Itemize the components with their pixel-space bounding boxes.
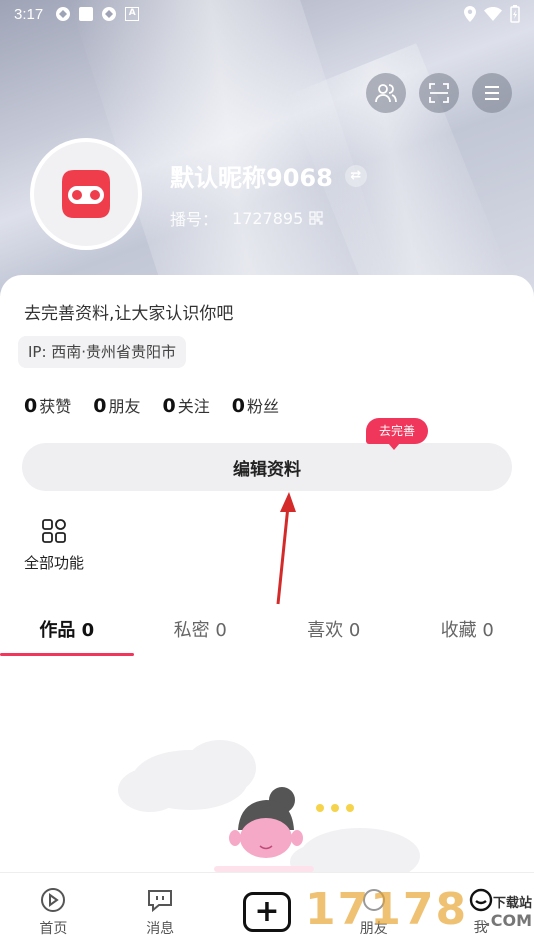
nav-home-label: 首页: [39, 920, 68, 937]
menu-button[interactable]: [472, 73, 512, 113]
scan-icon: [429, 83, 449, 103]
stat-fans[interactable]: 0 粉丝: [232, 393, 279, 417]
avatar[interactable]: [30, 138, 142, 250]
stat-following-value: 0: [162, 395, 176, 417]
edit-profile-label: 编辑资料: [233, 459, 301, 480]
swap-icon: ⇄: [350, 168, 362, 183]
menu-icon: [485, 86, 499, 100]
site-watermark-side: 下载站 .COM: [485, 892, 532, 930]
stat-fans-value: 0: [231, 395, 245, 417]
home-play-icon: [41, 887, 66, 912]
content-tabs: 作品 0 私密 0 喜欢 0 收藏 0: [0, 610, 534, 656]
nickname-row: 默认昵称9068 ⇄: [170, 158, 367, 193]
ip-location-tag: IP: 西南·贵州省贵阳市: [18, 336, 187, 368]
tab-private[interactable]: 私密 0: [134, 610, 268, 656]
nav-home[interactable]: 首页: [0, 873, 107, 950]
site-watermark: 17178: [305, 884, 469, 935]
user-id-value[interactable]: 1727895: [232, 209, 303, 228]
stat-friends-label: 朋友: [108, 397, 141, 416]
nickname[interactable]: 默认昵称9068: [170, 158, 333, 193]
stat-likes[interactable]: 0 获赞: [24, 393, 71, 417]
scan-button[interactable]: [419, 73, 459, 113]
stat-following[interactable]: 0 关注: [163, 393, 210, 417]
tab-works[interactable]: 作品 0: [0, 610, 134, 656]
watermark-domain: .COM: [484, 911, 532, 930]
tab-favorites[interactable]: 收藏 0: [401, 610, 534, 656]
mascot-avatar-icon: [62, 170, 110, 218]
header-actions: [366, 73, 512, 113]
stat-following-label: 关注: [177, 397, 210, 416]
user-id-row: 播号： 1727895: [170, 206, 323, 230]
notification-square-icon: [79, 7, 94, 21]
battery-icon: [510, 5, 520, 23]
grid-apps-icon: [42, 519, 66, 543]
all-functions-label: 全部功能: [23, 554, 84, 572]
friends-button[interactable]: [366, 73, 406, 113]
bio-prompt[interactable]: 去完善资料,让大家认识你吧: [24, 299, 233, 324]
stat-friends[interactable]: 0 朋友: [93, 393, 140, 417]
stat-friends-value: 0: [93, 395, 107, 417]
stat-likes-value: 0: [24, 395, 38, 417]
status-time: 3:17: [14, 5, 44, 23]
people-icon: [375, 84, 397, 103]
wifi-icon: [484, 7, 502, 21]
watermark-site-text: 下载站: [492, 896, 532, 911]
status-bar: 3:17 A: [0, 0, 534, 28]
stat-likes-label: 获赞: [39, 397, 72, 416]
user-id-label: 播号：: [170, 210, 219, 229]
qr-code-icon[interactable]: [309, 211, 323, 225]
message-icon: [148, 889, 173, 912]
stats-row: 0 获赞 0 朋友 0 关注 0 粉丝: [24, 393, 279, 417]
stat-fans-label: 粉丝: [246, 397, 279, 416]
all-functions-button[interactable]: 全部功能: [18, 518, 90, 573]
location-icon: [464, 6, 476, 22]
edit-profile-button[interactable]: 编辑资料: [22, 443, 512, 491]
sync-icon: [56, 7, 71, 21]
tab-liked[interactable]: 喜欢 0: [267, 610, 401, 656]
empty-state-illustration: [118, 740, 420, 872]
nav-messages-label: 消息: [146, 920, 175, 937]
nav-messages[interactable]: 消息: [107, 873, 214, 950]
complete-profile-badge: 去完善: [366, 418, 429, 450]
a-badge-icon: A: [125, 7, 140, 21]
red-annotation-arrow: [276, 492, 296, 605]
switch-account-button[interactable]: ⇄: [344, 164, 367, 187]
sync-icon-2: [102, 7, 117, 21]
add-icon: +: [242, 891, 291, 932]
